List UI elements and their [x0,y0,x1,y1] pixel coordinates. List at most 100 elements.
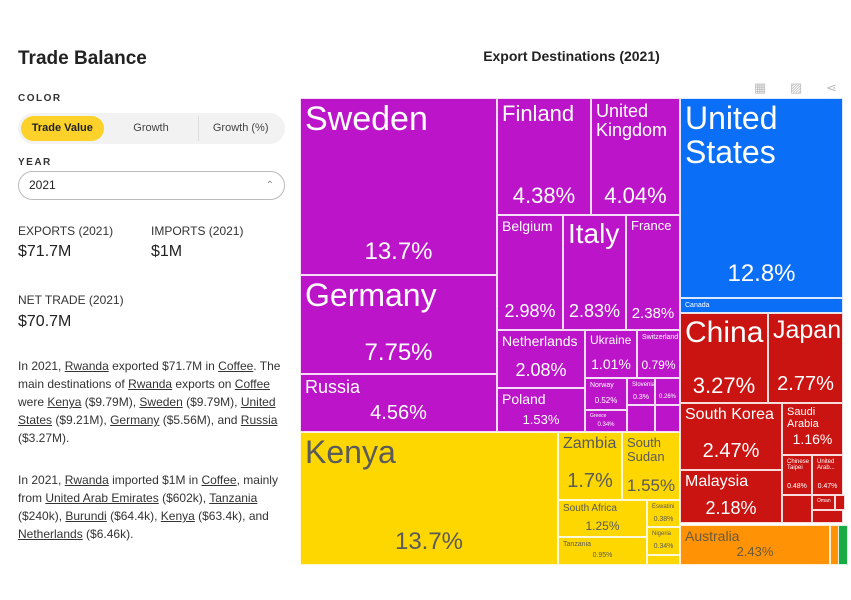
tile-label: Norway [590,382,614,389]
treemap-tile[interactable]: Italy 2.83% [563,215,626,330]
tile-label: United Arab... [817,459,835,472]
entity-link[interactable]: Netherlands [18,527,83,541]
entity-link[interactable]: United Arab Emirates [45,491,158,505]
chevron-updown-icon: ⌃ [265,180,274,191]
treemap-tile[interactable]: Chinese Taipei 0.48% [782,455,812,495]
summary-text: ($5.56M), and [159,413,241,427]
color-option-trade-value[interactable]: Trade Value [21,116,104,141]
tile-value: 0.95% [592,552,613,559]
tile-value: 0.38% [653,516,674,523]
tile-label: Kenya [305,434,396,470]
treemap-tile[interactable]: Russia 4.56% [300,374,497,432]
summary-text: imported $1M in [108,473,202,487]
year-select[interactable]: 2021 ⌃ [18,171,285,200]
treemap-tile-small[interactable] [627,405,655,432]
page-title: Trade Balance [18,48,147,69]
share-icon[interactable]: ⋖ [826,80,837,96]
treemap-tile[interactable]: Slovenia 0.3% [627,378,655,405]
treemap-tile[interactable]: 0.26% [655,378,680,405]
treemap-tile[interactable]: Germany 7.75% [300,275,497,374]
color-label: COLOR [18,93,62,104]
tile-label: Canada [685,302,710,309]
color-option-growth-pct[interactable]: Growth (%) [198,116,282,141]
entity-link[interactable]: Kenya [161,509,195,523]
treemap-tile[interactable]: United States 12.8% [680,98,843,298]
tile-label: Eswatini [652,504,675,510]
treemap-tile[interactable]: Malaysia 2.18% [680,470,782,523]
treemap-tile[interactable]: United Kingdom 4.04% [591,98,680,215]
treemap-tile[interactable]: South Korea 2.47% [680,403,782,470]
summary-text: ($63.4k), and [194,509,269,523]
treemap-tile[interactable]: Nigeria 0.34% [647,527,680,555]
net-trade-label: NET TRADE (2021) [18,293,124,307]
treemap-tile-small[interactable] [647,555,680,565]
treemap-tile[interactable]: Switzerland 0.79% [637,330,680,378]
treemap-tile[interactable]: Netherlands 2.08% [497,330,585,388]
treemap-tile[interactable]: Oman [812,495,835,510]
treemap-tile[interactable]: Finland 4.38% [497,98,591,215]
treemap-tile-small[interactable] [835,495,845,510]
treemap-tile[interactable]: Belgium 2.98% [497,215,563,330]
year-label: YEAR [18,157,52,168]
treemap-tile[interactable]: South Africa 1.25% [558,500,647,537]
treemap-tile[interactable]: Eswatini 0.38% [647,500,680,527]
tile-label: Zambia [563,435,617,452]
imports-label: IMPORTS (2021) [151,224,244,238]
treemap-tile[interactable]: United Arab... 0.47% [812,455,843,495]
summary-text: In 2021, [18,359,65,373]
treemap-tile[interactable]: Zambia 1.7% [558,432,622,500]
summary-text: ($602k), [158,491,210,505]
treemap-tile[interactable]: Norway 0.52% [585,378,627,410]
tile-value: 2.98% [504,301,556,321]
entity-link[interactable]: Rwanda [65,473,109,487]
image-icon[interactable]: ▨ [790,80,802,96]
treemap-tile-small[interactable] [838,525,848,565]
treemap-tile[interactable]: Greece 0.34% [585,410,627,432]
table-icon[interactable]: ▦ [754,80,766,96]
tile-label: Russia [305,377,361,397]
entity-link[interactable]: Coffee [218,359,253,373]
tile-label: Slovenia [632,382,655,388]
tile-value: 0.79% [641,358,676,372]
tile-label: South Africa [563,503,617,514]
treemap-tile[interactable]: Saudi Arabia 1.16% [782,403,843,455]
treemap-tile[interactable]: Tanzania 0.95% [558,537,647,565]
entity-link[interactable]: Coffee [235,377,270,391]
entity-link[interactable]: Russia [241,413,278,427]
treemap-tile[interactable]: South Sudan 1.55% [622,432,680,500]
treemap-tile[interactable]: Kenya 13.7% [300,432,558,565]
tile-value: 2.08% [515,360,567,380]
treemap-tile[interactable]: Australia 2.43% [680,525,830,565]
tile-value: 1.01% [591,356,631,372]
tile-label: Italy [568,218,620,249]
entity-link[interactable]: Tanzania [209,491,257,505]
tile-value: 2.47% [702,440,760,462]
treemap-tile[interactable]: Canada [680,298,843,313]
entity-link[interactable]: Rwanda [128,377,172,391]
entity-link[interactable]: Burundi [65,509,106,523]
tile-label: Japan [773,316,842,344]
treemap-tile[interactable]: Sweden 13.7% [300,98,497,275]
entity-link[interactable]: Sweden [139,395,182,409]
color-option-growth[interactable]: Growth [110,116,193,141]
tile-value: 0.3% [633,394,649,401]
tile-value: 2.43% [736,544,774,559]
entity-link[interactable]: Rwanda [65,359,109,373]
treemap-tile-small[interactable] [812,510,843,523]
entity-link[interactable]: Kenya [47,395,81,409]
treemap-tile[interactable]: France 2.38% [626,215,680,330]
tile-value: 1.7% [567,470,613,492]
entity-link[interactable]: Germany [110,413,159,427]
treemap-tile[interactable]: Japan 2.77% [768,313,843,403]
treemap-tile-small[interactable] [782,495,812,523]
treemap-tile-small[interactable] [655,405,680,432]
tile-value: 4.56% [370,402,427,424]
tile-value: 4.38% [512,183,576,208]
tile-value: 12.8% [727,260,796,287]
treemap-tile[interactable]: Poland 1.53% [497,388,585,432]
tile-label: Finland [502,101,575,126]
entity-link[interactable]: Coffee [201,473,236,487]
treemap-tile[interactable]: China 3.27% [680,313,768,403]
treemap-tile[interactable]: Ukraine 1.01% [585,330,637,378]
year-value: 2021 [29,178,56,192]
